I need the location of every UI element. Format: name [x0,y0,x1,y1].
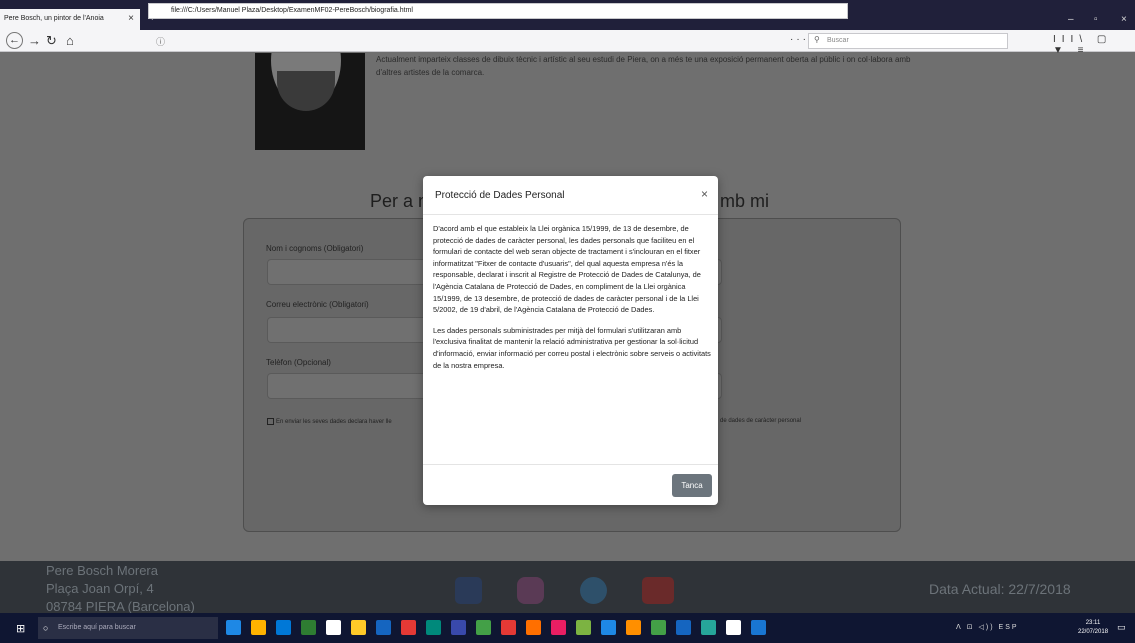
taskbar-app-icon[interactable] [251,620,266,636]
taskbar-app-icon[interactable] [376,620,391,636]
minimize-window-button[interactable]: – [1068,14,1074,25]
taskbar-app-icon[interactable] [226,620,241,636]
system-tray[interactable]: ᐱ ⊡ ◁)) ESP [956,623,1019,631]
taskbar-app-icon[interactable] [751,620,766,636]
taskbar-search-input[interactable]: Escribe aquí para buscar [38,617,218,639]
notifications-icon[interactable]: ▭ [1117,622,1126,633]
phone-label: Telèfon (Opcional) [266,358,331,367]
footer-street: Plaça Joan Orpí, 4 [46,581,154,596]
footer: Pere Bosch Morera Plaça Joan Orpí, 4 087… [0,561,1135,613]
reload-icon[interactable]: ↻ [46,33,57,48]
windows-start-icon[interactable]: ⊞ [16,622,25,635]
data-protection-modal: Protecció de Dades Personal × D'acord am… [423,176,718,505]
taskbar-apps [226,619,776,637]
browser-search-input[interactable]: Buscar [808,33,1008,49]
current-date: Data Actual: 22/7/2018 [929,581,1071,597]
contact-heading-right: mb mi [720,191,769,211]
taskbar-app-icon[interactable] [351,620,366,636]
consent-text: En enviar les seves dades declara haver … [276,419,392,426]
taskbar-app-icon[interactable] [526,620,541,636]
taskbar-app-icon[interactable] [326,620,341,636]
modal-close-icon[interactable]: × [701,187,708,201]
info-icon[interactable]: ⓘ [156,35,165,48]
clock-date: 22/07/2018 [1078,629,1109,635]
search-icon: ⚲ [814,35,820,44]
name-label: Nom i cognoms (Obligatori) [266,244,364,253]
windows-taskbar: ⊞ Escribe aquí para buscar ○ ᐱ ⊡ ◁)) ESP… [0,613,1135,643]
close-window-button[interactable]: × [1121,14,1127,25]
artist-portrait-image [255,53,365,150]
maximize-window-button[interactable]: ▫ [1094,14,1098,25]
modal-divider [423,214,718,215]
instagram-icon[interactable] [517,577,544,604]
youtube-icon[interactable] [642,577,674,604]
close-modal-button[interactable]: Tanca [672,474,712,497]
forward-arrow-icon[interactable]: → [28,33,41,48]
bio-text: Actualment imparteix classes de dibuix t… [376,55,911,77]
close-tab-icon[interactable]: × [128,13,134,24]
taskbar-app-icon[interactable] [301,620,316,636]
browser-tab[interactable]: Pere Bosch, un pintor de l'Anoia × [0,9,140,30]
url-input[interactable]: file:///C:/Users/Manuel Plaza/Desktop/Ex… [148,3,848,19]
email-label: Correu electrònic (Obligatori) [266,300,369,309]
footer-city: 08784 PIERA (Barcelona) [46,599,195,613]
taskbar-app-icon[interactable] [476,620,491,636]
taskbar-app-icon[interactable] [551,620,566,636]
taskbar-app-icon[interactable] [676,620,691,636]
modal-paragraph: Les dades personals subministrades per m… [433,325,711,370]
modal-title: Protecció de Dades Personal [435,190,565,201]
consent-checkbox[interactable] [267,418,274,425]
taskbar-app-icon[interactable] [701,620,716,636]
modal-paragraph: D'acord amb el que estableix la Llei org… [433,224,701,315]
footer-name: Pere Bosch Morera [46,563,158,578]
modal-body: D'acord amb el que estableix la Llei org… [433,223,711,380]
consent-checkbox-row[interactable]: En enviar les seves dades declara haver … [267,418,392,425]
taskbar-app-icon[interactable] [651,620,666,636]
consent-text-tail: de dades de caràcter personal [720,418,802,424]
back-arrow-icon[interactable]: ← [6,32,23,49]
taskbar-app-icon[interactable] [601,620,616,636]
modal-divider [423,464,718,465]
cortana-icon: ○ [43,623,49,633]
twitter-icon[interactable] [580,577,607,604]
taskbar-app-icon[interactable] [576,620,591,636]
home-icon[interactable]: ⌂ [66,33,74,48]
tab-title: Pere Bosch, un pintor de l'Anoia [4,15,104,22]
taskbar-app-icon[interactable] [626,620,641,636]
taskbar-app-icon[interactable] [426,620,441,636]
taskbar-clock[interactable]: 23:11 22/07/2018 [1078,619,1108,637]
taskbar-app-icon[interactable] [276,620,291,636]
taskbar-app-icon[interactable] [726,620,741,636]
facebook-icon[interactable] [455,577,482,604]
taskbar-app-icon[interactable] [451,620,466,636]
taskbar-app-icon[interactable] [401,620,416,636]
taskbar-app-icon[interactable] [501,620,516,636]
clock-time: 23:11 [1085,620,1101,626]
